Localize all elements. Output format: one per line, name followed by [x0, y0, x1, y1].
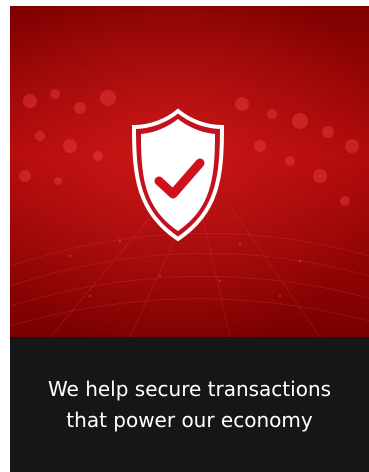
caption-text: We help secure transactions that power o…: [47, 377, 332, 432]
hero-image: [10, 6, 369, 337]
shield-check-icon: [131, 108, 225, 242]
promo-card: We help secure transactions that power o…: [10, 6, 369, 472]
caption-panel: We help secure transactions that power o…: [10, 337, 369, 472]
